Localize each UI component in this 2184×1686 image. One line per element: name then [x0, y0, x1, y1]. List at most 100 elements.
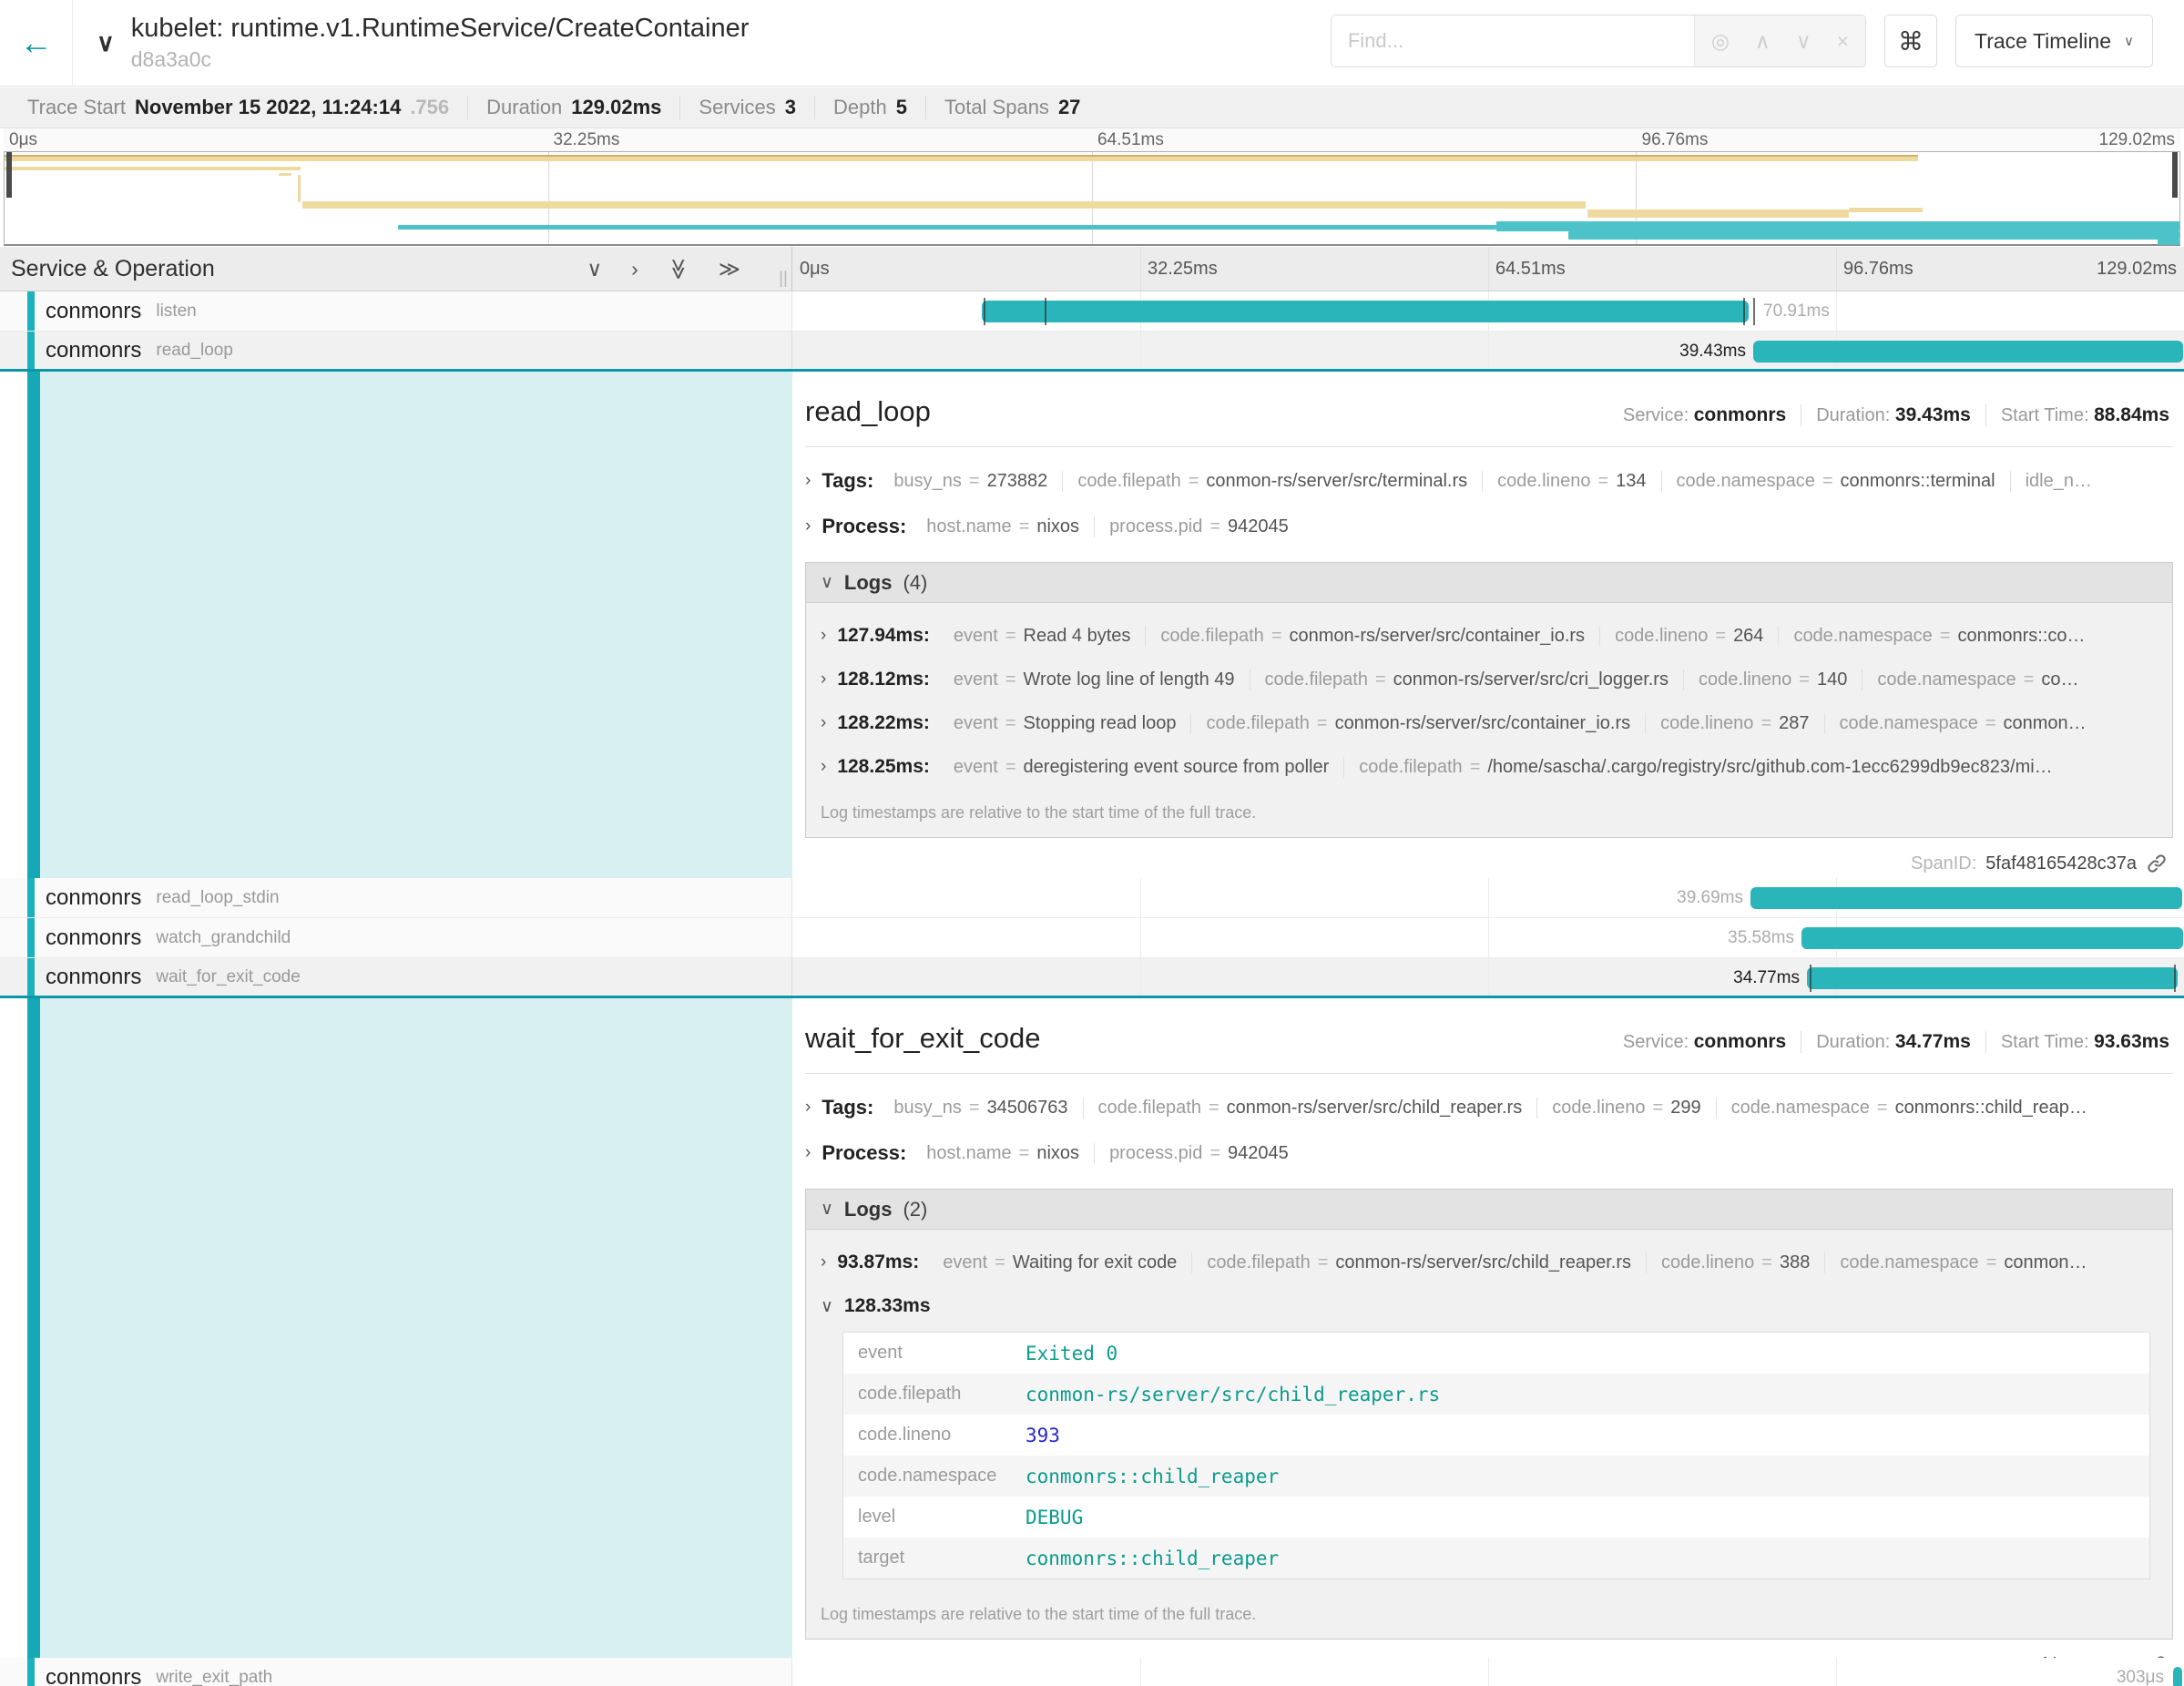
span-bar[interactable] — [982, 301, 1749, 322]
equals: = — [1209, 1143, 1220, 1164]
timeline-minimap[interactable] — [4, 151, 2180, 246]
back-arrow-icon: ← — [20, 24, 53, 62]
span-bar[interactable] — [1801, 927, 2183, 949]
top-controls: ◎ ∧ ∨ × ⌘ Trace Timeline ∨ — [1331, 15, 2153, 67]
span-row-name-cell[interactable]: conmonrs write_exit_path — [0, 1658, 792, 1686]
span-bar[interactable] — [1753, 341, 2183, 363]
process-accordion[interactable]: › Process: host.name=nixos process.pid=9… — [805, 515, 2173, 538]
process-value: nixos — [1036, 516, 1079, 537]
log-entry[interactable]: › 128.12ms: event=Wrote log line of leng… — [821, 669, 2172, 690]
log-entry[interactable]: › 128.25ms: event=deregistering event so… — [821, 756, 2172, 778]
minimap-drag-handle-right[interactable] — [2172, 152, 2178, 198]
expand-one-icon[interactable]: › — [631, 257, 638, 281]
equals: = — [969, 471, 980, 492]
logs-accordion-header[interactable]: ∨ Logs (2) — [806, 1190, 2172, 1230]
row-gridline — [1140, 332, 1141, 369]
span-bar[interactable] — [1750, 887, 2182, 909]
tag-key: code.namespace — [1677, 471, 1815, 492]
span-row-name-cell[interactable]: conmonrs read_loop_stdin — [0, 878, 792, 917]
detail-gutter — [0, 372, 27, 878]
next-match-icon[interactable]: ∨ — [1796, 29, 1811, 54]
span-row-timeline-cell[interactable]: 34.77ms — [792, 958, 2184, 996]
log-key: event — [954, 669, 998, 690]
expanded-log-header[interactable]: ∨ 128.33ms — [821, 1295, 2172, 1317]
process-value: nixos — [1036, 1143, 1079, 1164]
log-key: code.lineno — [1615, 626, 1708, 647]
view-selector-dropdown[interactable]: Trace Timeline ∨ — [1955, 15, 2153, 67]
span-row-write-exit-path[interactable]: conmonrs write_exit_path 303μs — [0, 1658, 2184, 1686]
row-gridline — [1140, 958, 1141, 996]
log-value: Read 4 bytes — [1024, 626, 1131, 647]
detail-start-time: Start Time: 93.63ms — [1986, 1031, 2173, 1053]
span-row-timeline-cell[interactable]: 35.58ms — [792, 918, 2184, 957]
tag-key: busy_ns — [893, 471, 962, 492]
detail-header: read_loop Service: conmonrs Duration: 39… — [805, 395, 2173, 428]
span-rows-area: conmonrs listen 70.91ms conmonrs read_lo… — [0, 291, 2184, 1686]
log-fields-table: event Exited 0 code.filepath conmon-rs/s… — [842, 1332, 2150, 1579]
log-entry[interactable]: › 127.94ms: event=Read 4 bytes code.file… — [821, 625, 2172, 647]
summary-label: Duration — [486, 96, 562, 119]
logs-count: (4) — [903, 571, 927, 595]
meta-label: Service: — [1623, 1032, 1689, 1052]
span-row-listen[interactable]: conmonrs listen 70.91ms — [0, 291, 2184, 332]
table-row: level DEBUG — [843, 1497, 2149, 1538]
collapse-one-icon[interactable]: ∨ — [587, 257, 602, 281]
collapse-controls: ∨ › ≫ ≫ — [587, 257, 740, 281]
meta-label: Start Time: — [2001, 1032, 2089, 1052]
minimap-span — [398, 225, 1496, 230]
log-field: code.lineno=388 — [1646, 1252, 1824, 1273]
span-bar[interactable] — [1807, 967, 2178, 989]
log-entry[interactable]: › 93.87ms: event=Waiting for exit code c… — [821, 1252, 2172, 1273]
span-row-name-cell[interactable]: conmonrs read_loop — [0, 332, 792, 369]
chevron-right-icon: › — [821, 1252, 826, 1272]
find-input[interactable] — [1332, 15, 1694, 66]
log-entry[interactable]: › 128.22ms: event=Stopping read loop cod… — [821, 712, 2172, 734]
equals: = — [1189, 471, 1199, 492]
back-button[interactable]: ← — [0, 0, 73, 86]
copy-link-icon[interactable] — [2146, 853, 2168, 874]
prev-match-icon[interactable]: ∧ — [1755, 29, 1771, 54]
span-row-read-loop-stdin[interactable]: conmonrs read_loop_stdin 39.69ms — [0, 878, 2184, 918]
minimap-drag-handle-left[interactable] — [6, 152, 12, 198]
keyboard-shortcuts-button[interactable]: ⌘ — [1884, 15, 1937, 67]
span-row-timeline-cell[interactable]: 303μs — [792, 1658, 2184, 1686]
log-value: 388 — [1780, 1252, 1810, 1273]
detail-panel: read_loop Service: conmonrs Duration: 39… — [792, 372, 2184, 878]
span-row-name-cell[interactable]: conmonrs watch_grandchild — [0, 918, 792, 957]
locate-icon[interactable]: ◎ — [1711, 29, 1730, 54]
log-timestamp: 127.94ms: — [837, 625, 930, 647]
chevron-down-icon: ∨ — [821, 1296, 833, 1317]
equals: = — [1986, 1252, 1997, 1273]
span-row-wait-for-exit-code[interactable]: conmonrs wait_for_exit_code 34.77ms — [0, 958, 2184, 998]
service-operation-title: Service & Operation — [0, 256, 215, 282]
log-field: code.lineno=264 — [1599, 626, 1778, 647]
tag-pill: busy_ns=273882 — [879, 471, 1062, 492]
log-key: event — [954, 757, 998, 778]
tag-key: busy_ns — [893, 1098, 962, 1119]
span-row-read-loop[interactable]: conmonrs read_loop 39.43ms — [0, 332, 2184, 372]
log-value: conmon-rs/server/src/child_reaper.rs — [1335, 1252, 1631, 1273]
column-resizer-handle[interactable]: || — [779, 269, 788, 289]
expand-all-icon[interactable]: ≫ — [719, 257, 740, 281]
tag-key: idle_n… — [2026, 471, 2092, 492]
span-duration-label: 34.77ms — [1733, 968, 1800, 988]
span-row-timeline-cell[interactable]: 70.91ms — [792, 291, 2184, 331]
process-pill: host.name=nixos — [912, 516, 1094, 537]
span-row-name-cell[interactable]: conmonrs listen — [0, 291, 792, 331]
trace-collapse-toggle[interactable]: ∨ — [73, 0, 115, 86]
equals: = — [995, 1252, 1005, 1273]
collapse-all-icon[interactable]: ≫ — [666, 258, 690, 280]
span-row-timeline-cell[interactable]: 39.43ms — [792, 332, 2184, 369]
logs-accordion-header[interactable]: ∨ Logs (4) — [806, 563, 2172, 603]
minimap-span — [1849, 208, 1923, 212]
tags-accordion[interactable]: › Tags: busy_ns=273882 code.filepath=con… — [805, 469, 2173, 493]
span-row-timeline-cell[interactable]: 39.69ms — [792, 878, 2184, 917]
process-label: Process: — [822, 1141, 906, 1165]
span-bar[interactable] — [2173, 1667, 2182, 1686]
tags-accordion[interactable]: › Tags: busy_ns=34506763 code.filepath=c… — [805, 1096, 2173, 1119]
clear-search-icon[interactable]: × — [1837, 29, 1849, 54]
span-row-name-cell[interactable]: conmonrs wait_for_exit_code — [0, 958, 792, 996]
process-accordion[interactable]: › Process: host.name=nixos process.pid=9… — [805, 1141, 2173, 1165]
span-row-watch-grandchild[interactable]: conmonrs watch_grandchild 35.58ms — [0, 918, 2184, 958]
log-value: conmon-rs/server/src/container_io.rs — [1335, 713, 1631, 734]
